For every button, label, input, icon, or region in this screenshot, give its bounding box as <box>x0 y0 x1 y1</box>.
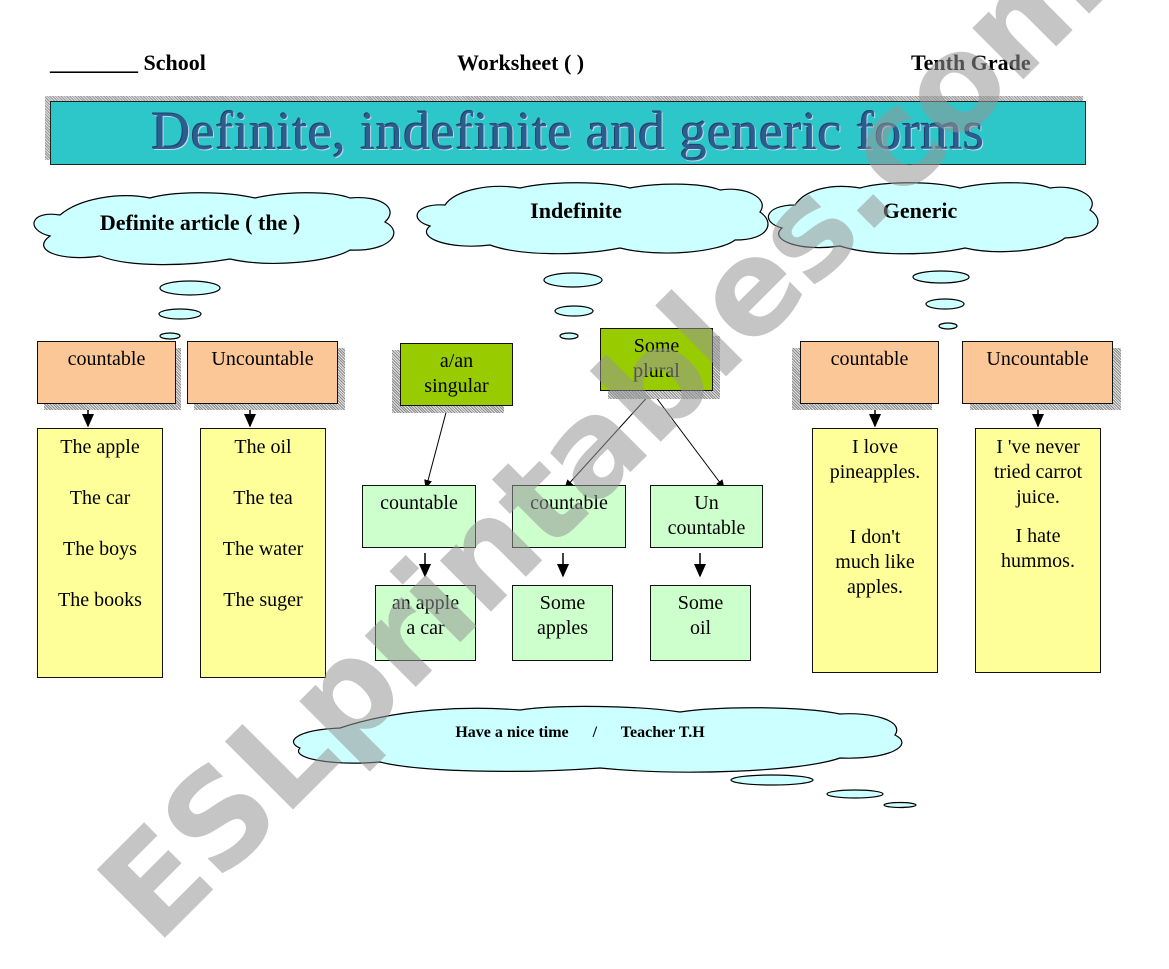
sentence-line: I hate <box>1015 525 1061 547</box>
sentence-line: much like <box>835 551 915 573</box>
aan-label: a/an <box>439 350 474 372</box>
cloud-footer <box>293 705 917 809</box>
definite-uncountable-examples: The oil The tea The water The suger <box>200 428 326 678</box>
diagram-shapes <box>33 182 1099 809</box>
definite-uncountable-label: Uncountable <box>211 348 314 370</box>
generic-countable-examples: I love pineapples. I don't much like app… <box>812 428 938 673</box>
arrow-aan-countable <box>424 404 449 489</box>
example-line: Some <box>539 592 586 614</box>
example-item: The tea <box>233 487 293 509</box>
example-item: The boys <box>63 538 137 560</box>
some-uncountable-example-box: Some oil <box>650 585 751 661</box>
sentence-line: pineapples. <box>829 461 921 483</box>
sentence-line: juice. <box>1016 486 1060 508</box>
example-line: Some <box>677 592 724 614</box>
some-countable-example-box: Some apples <box>512 585 613 661</box>
sentence-line: I love <box>851 436 899 458</box>
aan-singular-box: a/an singular <box>400 343 513 406</box>
aan-example-box: an apple a car <box>375 585 476 661</box>
sentence-line: I don't <box>849 526 901 548</box>
generic-countable-box: countable <box>800 341 939 404</box>
aan-countable-label: countable <box>380 492 458 514</box>
arrow-some-uncountable <box>651 391 725 489</box>
indefinite-aan-countable-box: countable <box>362 485 476 548</box>
arrow-some-countable <box>564 391 653 489</box>
sentence-line: apples. <box>846 576 904 598</box>
footer-message: Have a nice time / Teacher T.H <box>455 724 705 741</box>
example-item: The books <box>58 589 142 611</box>
example-line: a car <box>406 617 445 639</box>
definite-countable-examples: The apple The car The boys The books <box>37 428 163 678</box>
sentence-line: I 've never <box>996 436 1080 458</box>
example-item: The water <box>222 538 304 560</box>
sentence-line: tried carrot <box>993 461 1083 483</box>
some-label: Some <box>633 335 680 357</box>
example-line: apples <box>536 617 589 639</box>
indefinite-some-countable-box: countable <box>512 485 626 548</box>
definite-countable-box: countable <box>37 341 176 404</box>
example-line: an apple <box>391 592 460 614</box>
generic-uncountable-examples: I 've never tried carrot juice. I hate h… <box>975 428 1101 673</box>
example-item: The apple <box>60 436 140 458</box>
plural-label: plural <box>633 360 680 382</box>
sentence-line: hummos. <box>1001 550 1075 572</box>
definite-countable-label: countable <box>67 348 146 370</box>
uncountable-label-line1: Un <box>694 492 719 514</box>
cloud-definite-label: Definite article ( the ) <box>99 210 301 235</box>
generic-uncountable-label: Uncountable <box>986 348 1089 370</box>
singular-label: singular <box>424 375 489 397</box>
some-plural-box: Some plural <box>600 328 713 391</box>
uncountable-label-line2: countable <box>667 517 746 539</box>
example-item: The suger <box>223 589 303 611</box>
definite-uncountable-box: Uncountable <box>187 341 338 404</box>
some-countable-label: countable <box>530 492 608 514</box>
cloud-indefinite-label: Indefinite <box>530 198 622 223</box>
example-item: The car <box>69 487 131 509</box>
generic-uncountable-box: Uncountable <box>962 341 1113 404</box>
indefinite-some-uncountable-box: Un countable <box>650 485 763 548</box>
generic-countable-label: countable <box>830 348 909 370</box>
example-line: oil <box>689 617 712 639</box>
example-item: The oil <box>234 436 292 458</box>
cloud-generic-label: Generic <box>882 198 958 223</box>
